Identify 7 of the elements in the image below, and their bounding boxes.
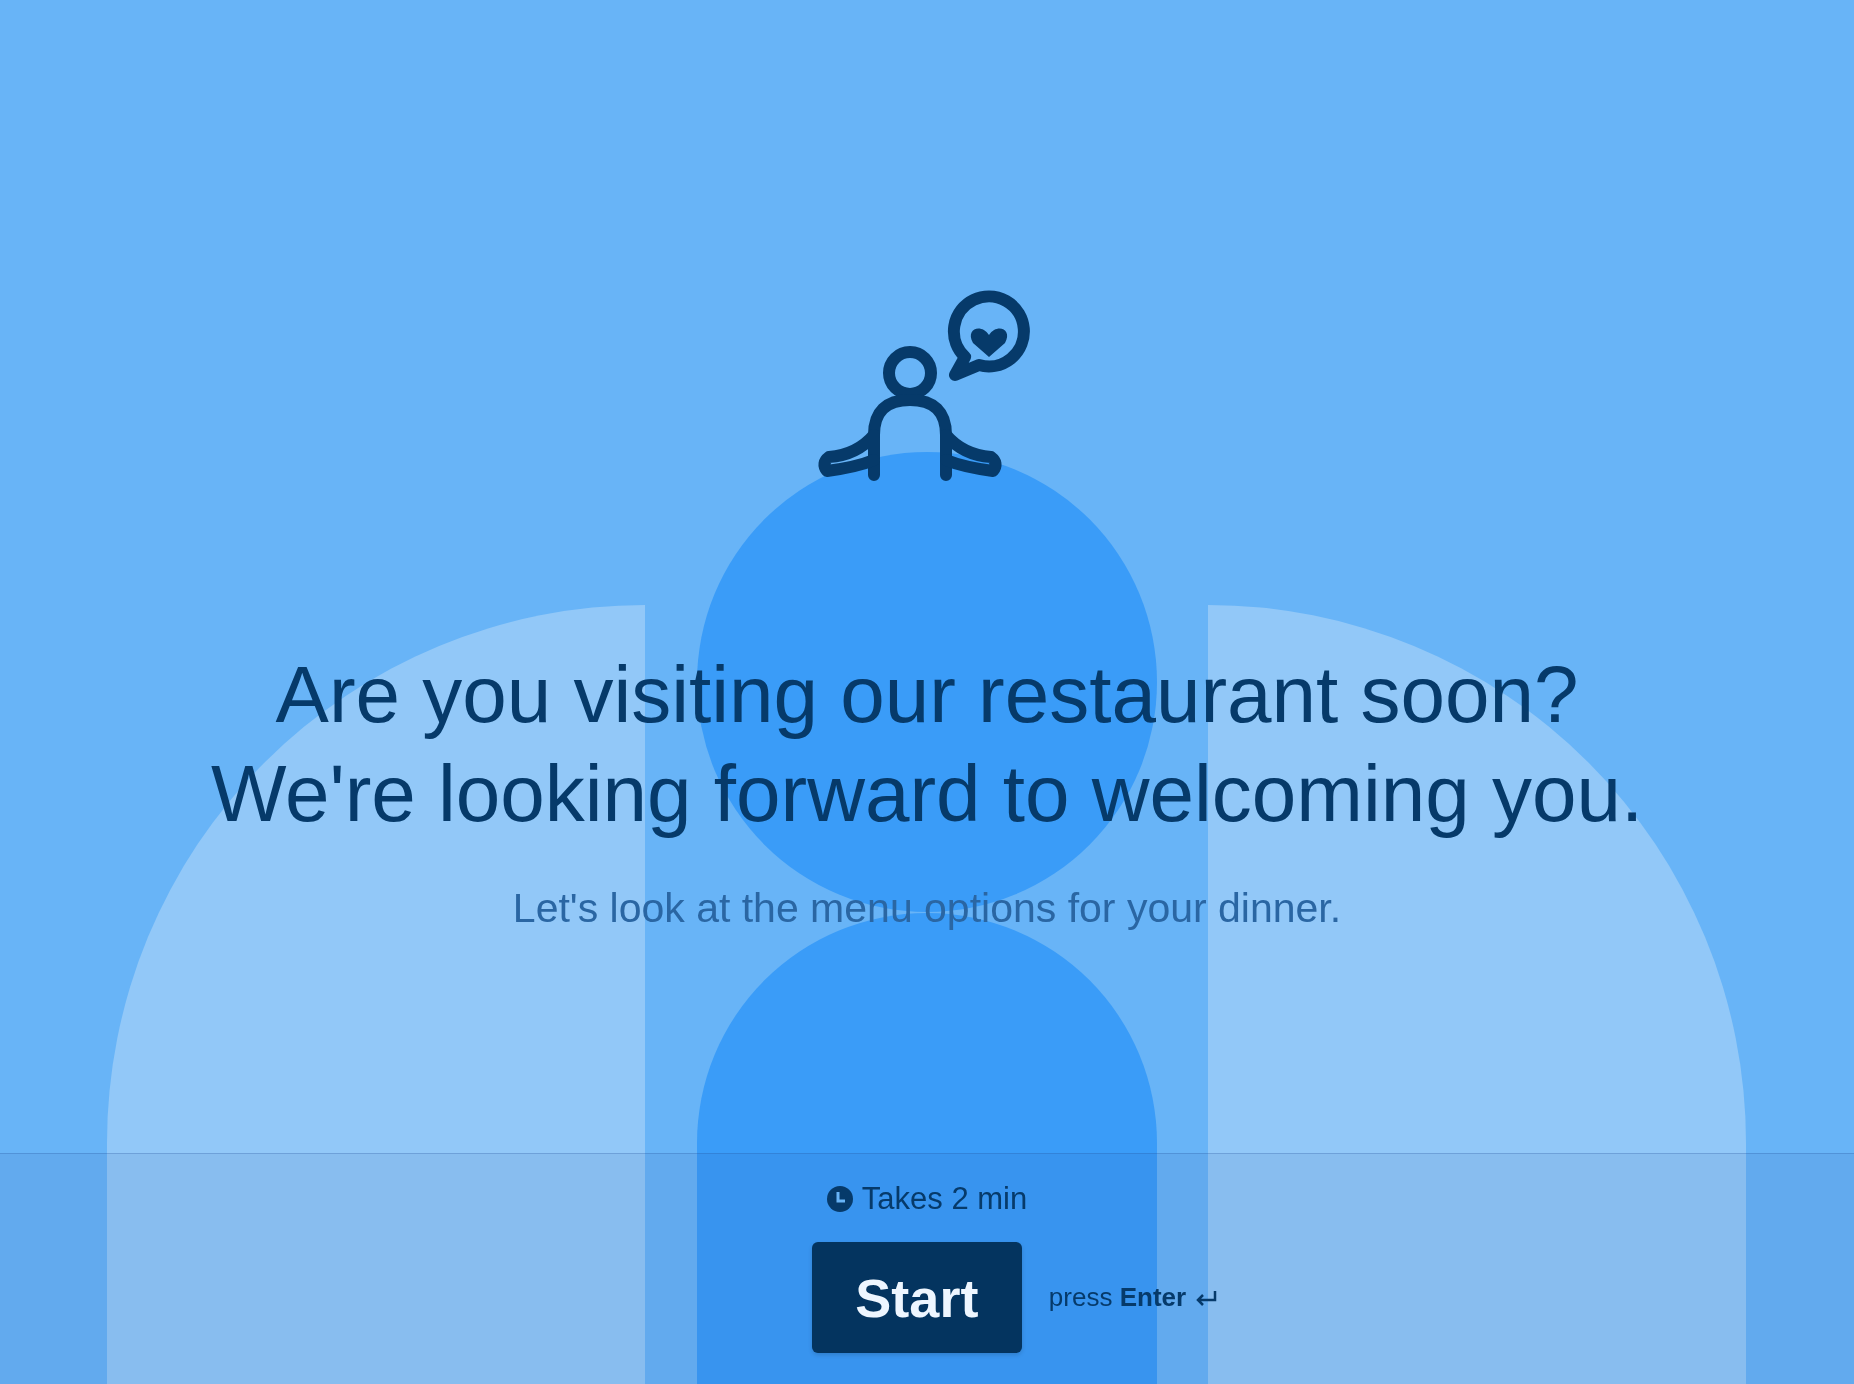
keyboard-hint: press Enter <box>1048 1282 1187 1313</box>
clock-icon <box>826 1186 853 1212</box>
welcome-heading: Are you visiting our restaurant soon? <box>275 649 1579 741</box>
return-icon <box>1195 1288 1218 1307</box>
duration-label: Takes 2 min <box>861 1181 1028 1217</box>
subtitle: Let's look at the menu options for your dinner. <box>512 885 1342 932</box>
start-button[interactable]: Start <box>811 1242 1022 1353</box>
